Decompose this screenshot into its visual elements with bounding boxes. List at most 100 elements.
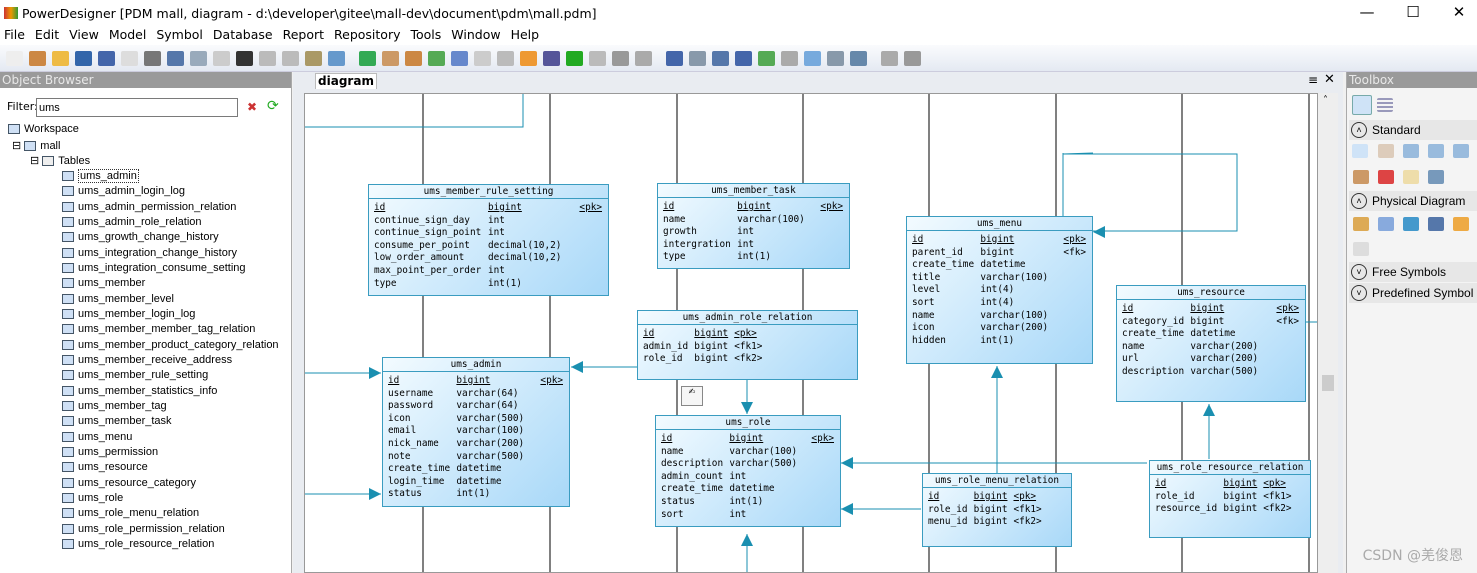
menu-edit[interactable]: Edit [31,26,65,45]
pointer-icon[interactable] [1352,144,1368,158]
hand-icon[interactable] [1378,144,1394,158]
entity-ums_resource[interactable]: ums_resource id bigint <pk> category_id bigin… [1116,285,1306,402]
entity-ums_admin[interactable]: ums_admin id bigint <pk> username varchar(64)… [382,357,570,507]
tree-table-ums_resource_category[interactable]: ums_resource_category [62,477,196,489]
entity-ums_role[interactable]: ums_role id bigint <pk> name varchar(100) desc… [655,415,841,527]
toolbar-button-icon[interactable] [359,50,376,66]
toolbar-button-icon[interactable] [666,50,683,66]
diagram-canvas[interactable]: ✍ ums_member_rule_setting id bigint <pk> con… [304,93,1318,573]
toolbar-button-icon[interactable] [712,50,729,66]
tree-table-ums_admin[interactable]: ums_admin [62,169,139,183]
toolbar-button-icon[interactable] [328,50,345,66]
toolbar-button-icon[interactable] [904,50,921,66]
entity-ums_role_menu_relation[interactable]: ums_role_menu_relation id bigint <pk> role_i… [922,473,1072,547]
scroll-thumb[interactable] [1322,375,1334,391]
tree-table-ums_member[interactable]: ums_member [62,277,145,289]
tree-table-ums_member_receive_address[interactable]: ums_member_receive_address [62,354,232,366]
tree-tables-folder[interactable]: ⊟ Tables [30,154,90,167]
tree-table-ums_member_statistics_info[interactable]: ums_member_statistics_info [62,385,217,397]
tab-diagram[interactable]: diagram [315,73,377,89]
menu-symbol[interactable]: Symbol [152,26,209,45]
maximize-button[interactable]: ☐ [1390,0,1436,26]
tree-workspace[interactable]: Workspace [8,123,79,135]
menu-window[interactable]: Window [447,26,506,45]
tree-table-ums_role_permission_relation[interactable]: ums_role_permission_relation [62,523,225,535]
procedure-icon[interactable] [1453,217,1469,231]
toolbar-button-icon[interactable] [781,50,798,66]
toolbar-button-icon[interactable] [520,50,537,66]
entity-ums_member_rule_setting[interactable]: ums_member_rule_setting id bigint <pk> conti… [368,184,609,296]
toolbox-section-free-symbols[interactable]: ˅ Free Symbols [1349,262,1477,282]
tree-table-ums_member_login_log[interactable]: ums_member_login_log [62,308,195,320]
toolbar-button-icon[interactable] [566,50,583,66]
toolbar-button-icon[interactable] [589,50,606,66]
scroll-up-icon[interactable]: ˄ [1323,95,1328,106]
grid-view-icon[interactable] [1352,95,1372,115]
entity-ums_admin_role_relation[interactable]: ums_admin_role_relation id bigint <pk> admin… [637,310,858,380]
zoom-out-icon[interactable] [1428,144,1444,158]
toolbox-section-standard[interactable]: ˄ Standard [1349,120,1477,140]
link-icon[interactable] [1428,170,1444,184]
table-icon[interactable] [1378,217,1394,231]
toolbar-button-icon[interactable] [758,50,775,66]
toolbox-section-predefined-symbol[interactable]: ˅ Predefined Symbol [1349,283,1477,303]
minimize-button[interactable]: — [1344,0,1390,26]
tree-table-ums_permission[interactable]: ums_permission [62,446,158,458]
note-icon[interactable] [1403,170,1419,184]
toolbar-button-icon[interactable] [428,50,445,66]
tree-table-ums_member_member_tag_relation[interactable]: ums_member_member_tag_relation [62,323,255,335]
menu-database[interactable]: Database [209,26,279,45]
toolbar-button-icon[interactable] [850,50,867,66]
toolbar-button-icon[interactable] [213,50,230,66]
tree-table-ums_member_tag[interactable]: ums_member_tag [62,400,167,412]
tree-table-ums_admin_login_log[interactable]: ums_admin_login_log [62,185,185,197]
clear-filter-icon[interactable]: ✖ [247,100,257,114]
vertical-scrollbar[interactable]: ˄ [1318,93,1338,573]
toolbar-button-icon[interactable] [98,50,115,66]
toolbar-button-icon[interactable] [735,50,752,66]
toolbar-button-icon[interactable] [881,50,898,66]
list-view-icon[interactable] [1377,98,1393,112]
toolbar-button-icon[interactable] [121,50,138,66]
toolbar-button-icon[interactable] [689,50,706,66]
properties-icon[interactable] [1353,170,1369,184]
filter-input[interactable] [36,98,238,117]
close-button[interactable]: ✕ [1436,0,1477,26]
entity-ums_role_resource_relation[interactable]: ums_role_resource_relation id bigint <pk> ro… [1149,460,1311,538]
toolbar-button-icon[interactable] [167,50,184,66]
entity-ums_member_task[interactable]: ums_member_task id bigint <pk> name varchar(1… [657,183,850,269]
toolbar-button-icon[interactable] [6,50,23,66]
menu-model[interactable]: Model [105,26,153,45]
tree-table-ums_admin_permission_relation[interactable]: ums_admin_permission_relation [62,201,236,213]
tab-menu-icon[interactable]: ≡ [1308,73,1318,87]
menu-help[interactable]: Help [507,26,546,45]
toolbar-button-icon[interactable] [612,50,629,66]
toolbar-button-icon[interactable] [827,50,844,66]
tree-table-ums_growth_change_history[interactable]: ums_growth_change_history [62,231,219,243]
tree-table-ums_menu[interactable]: ums_menu [62,431,132,443]
toolbar-button-icon[interactable] [305,50,322,66]
tree-table-ums_resource[interactable]: ums_resource [62,461,148,473]
tree-table-ums_member_task[interactable]: ums_member_task [62,415,172,427]
toolbar-button-icon[interactable] [474,50,491,66]
toolbar-button-icon[interactable] [29,50,46,66]
toolbar-button-icon[interactable] [282,50,299,66]
reference-icon[interactable] [1428,217,1444,231]
toolbar-button-icon[interactable] [543,50,560,66]
tree-table-ums_integration_change_history[interactable]: ums_integration_change_history [62,247,237,259]
menu-tools[interactable]: Tools [406,26,447,45]
tree-table-ums_integration_consume_setting[interactable]: ums_integration_consume_setting [62,262,246,274]
tree-table-ums_role_menu_relation[interactable]: ums_role_menu_relation [62,507,199,519]
toolbar-button-icon[interactable] [190,50,207,66]
tree-table-ums_member_product_category_relation[interactable]: ums_member_product_category_relation [62,339,279,351]
toolbar-button-icon[interactable] [497,50,514,66]
file-icon[interactable] [1353,242,1369,256]
tree-table-ums_role_resource_relation[interactable]: ums_role_resource_relation [62,538,214,550]
menu-repository[interactable]: Repository [330,26,406,45]
tree-table-ums_role[interactable]: ums_role [62,492,123,504]
menu-view[interactable]: View [65,26,105,45]
view-icon[interactable] [1403,217,1419,231]
tree-table-ums_member_rule_setting[interactable]: ums_member_rule_setting [62,369,208,381]
menu-file[interactable]: File [0,26,31,45]
refresh-icon[interactable]: ⟳ [267,98,279,114]
